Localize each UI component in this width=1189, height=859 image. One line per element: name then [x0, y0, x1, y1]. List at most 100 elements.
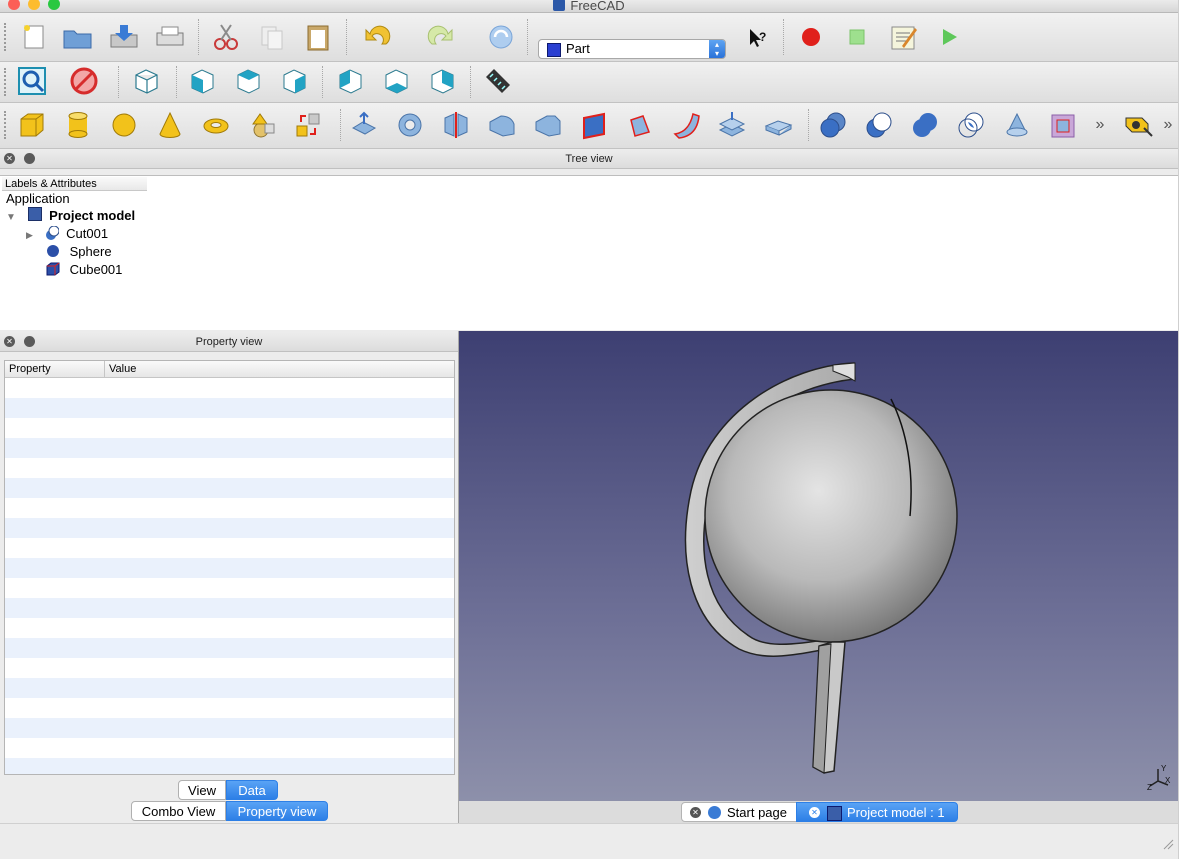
tree-root[interactable]: Application	[6, 190, 70, 208]
edit-macro-icon[interactable]	[887, 21, 919, 53]
sweep-icon[interactable]	[716, 109, 748, 141]
svg-text:Z: Z	[1147, 783, 1152, 791]
toolbar-grip[interactable]	[4, 111, 9, 139]
toolbar-separator	[176, 66, 177, 98]
property-row	[5, 638, 454, 658]
record-macro-icon[interactable]	[795, 21, 827, 53]
offset-icon[interactable]	[1001, 109, 1033, 141]
expand-arrow-icon[interactable]: ▼	[6, 212, 16, 223]
fuse-icon[interactable]	[909, 109, 941, 141]
svg-text:Y: Y	[1161, 764, 1167, 773]
isometric-view-icon[interactable]	[130, 65, 162, 97]
measure-icon[interactable]	[482, 65, 514, 97]
refresh-icon[interactable]	[485, 21, 517, 53]
torus-icon[interactable]	[200, 109, 232, 141]
new-file-icon[interactable]	[17, 21, 49, 53]
top-view-icon[interactable]	[232, 65, 264, 97]
globe-icon	[708, 806, 721, 819]
stop-macro-icon[interactable]	[841, 21, 873, 53]
mirror-icon[interactable]	[440, 109, 472, 141]
ruled-surface-icon[interactable]	[624, 109, 656, 141]
tab-view[interactable]: View	[178, 780, 226, 800]
primitives-icon[interactable]	[246, 109, 278, 141]
expand-arrow-icon[interactable]: ▶	[26, 230, 33, 240]
tree-item-label: Cube001	[69, 262, 123, 277]
right-view-icon[interactable]	[278, 65, 310, 97]
tree-item-sphere[interactable]: Sphere	[46, 243, 112, 261]
toolbar-view	[0, 62, 1178, 103]
workbench-selector[interactable]: Part ▴ ▾	[538, 39, 726, 59]
draw-style-icon[interactable]	[68, 65, 100, 97]
more-tools-icon[interactable]: »	[1088, 109, 1112, 141]
toolbar-separator	[527, 19, 528, 55]
tree-view: Labels & Attributes Application ▼ Projec…	[0, 175, 1178, 330]
paste-icon[interactable]	[302, 21, 334, 53]
tab-project-model[interactable]: ✕ Project model : 1	[796, 802, 958, 822]
loft-icon[interactable]	[670, 109, 702, 141]
rear-view-icon[interactable]	[334, 65, 366, 97]
column-header-value[interactable]: Value	[109, 361, 136, 377]
boolean-icon[interactable]	[817, 109, 849, 141]
3d-model	[684, 362, 958, 774]
cone-icon[interactable]	[154, 109, 186, 141]
measure-linear-icon[interactable]	[1122, 109, 1154, 141]
property-row	[5, 398, 454, 418]
run-macro-icon[interactable]	[933, 21, 965, 53]
svg-text:?: ?	[759, 30, 766, 44]
open-file-icon[interactable]	[62, 21, 94, 53]
tab-data[interactable]: Data	[226, 780, 278, 800]
box-icon[interactable]	[16, 109, 48, 141]
revolve-icon[interactable]	[394, 109, 426, 141]
tree-document[interactable]: ▼ Project model	[6, 207, 135, 225]
extrude-icon[interactable]	[348, 109, 380, 141]
resize-grip-icon[interactable]	[1162, 838, 1174, 850]
toolbar-grip[interactable]	[4, 23, 9, 51]
copy-icon[interactable]	[256, 21, 288, 53]
window-title: FreeCAD	[0, 0, 1178, 13]
left-view-icon[interactable]	[426, 65, 458, 97]
cylinder-icon[interactable]	[62, 109, 94, 141]
whats-this-icon[interactable]: ?	[740, 21, 772, 53]
document-tabs: ✕ Start page ✕ Project model : 1	[459, 801, 1178, 823]
tree-item-cut001[interactable]: ▶ Cut001	[26, 225, 108, 243]
more-tools-icon[interactable]: »	[1158, 109, 1178, 141]
chamfer-icon[interactable]	[532, 109, 564, 141]
cut-boolean-icon[interactable]	[863, 109, 895, 141]
make-face-icon[interactable]	[578, 109, 610, 141]
print-icon[interactable]	[154, 21, 186, 53]
cube-icon	[46, 262, 60, 276]
toolbar-separator	[808, 109, 809, 141]
close-tab-icon[interactable]: ✕	[809, 807, 820, 818]
front-view-icon[interactable]	[186, 65, 218, 97]
3d-viewport[interactable]: Y X Z	[459, 331, 1178, 801]
tree-column-header[interactable]: Labels & Attributes	[2, 177, 147, 191]
cut-icon[interactable]	[210, 21, 242, 53]
bottom-view-icon[interactable]	[380, 65, 412, 97]
save-file-icon[interactable]	[108, 21, 140, 53]
section-icon[interactable]	[762, 109, 794, 141]
sphere-icon[interactable]	[108, 109, 140, 141]
part-workbench-icon	[547, 43, 561, 57]
fillet-icon[interactable]	[486, 109, 518, 141]
redo-icon[interactable]	[424, 21, 456, 53]
toolbar-separator	[198, 19, 199, 55]
toolbar-grip[interactable]	[4, 68, 9, 96]
tab-start-page[interactable]: ✕ Start page	[681, 802, 797, 822]
tab-property-view[interactable]: Property view	[226, 801, 328, 821]
tab-combo-view[interactable]: Combo View	[131, 801, 226, 821]
property-table-header: Property Value	[5, 361, 454, 378]
common-icon[interactable]	[955, 109, 987, 141]
toolbar-separator	[322, 66, 323, 98]
property-row	[5, 378, 454, 398]
fit-all-icon[interactable]	[16, 65, 48, 97]
toolbar-separator	[346, 19, 347, 55]
close-tab-icon[interactable]: ✕	[690, 807, 701, 818]
property-row	[5, 458, 454, 478]
document-icon	[827, 806, 842, 821]
thickness-icon[interactable]	[1047, 109, 1079, 141]
undo-icon[interactable]	[362, 21, 394, 53]
column-divider	[104, 361, 105, 377]
column-header-property[interactable]: Property	[9, 361, 51, 377]
shape-builder-icon[interactable]	[292, 109, 324, 141]
tree-item-cube001[interactable]: Cube001	[46, 261, 122, 279]
